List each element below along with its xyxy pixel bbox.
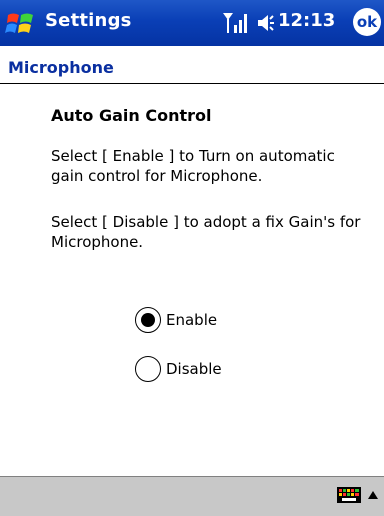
speaker-icon[interactable] [256, 12, 276, 34]
disable-radio-circle[interactable] [135, 356, 161, 382]
window-title: Settings [45, 10, 132, 31]
title-bar: Settings 12:13 ok [0, 0, 384, 46]
ok-button[interactable]: ok [353, 8, 381, 36]
enable-radio[interactable]: Enable [135, 306, 217, 334]
page-title: Microphone [8, 58, 114, 77]
section-title: Auto Gain Control [51, 106, 212, 125]
sip-arrow-icon[interactable] [367, 489, 379, 501]
disable-description: Select [ Disable ] to adopt a fix Gain's… [51, 213, 361, 251]
windows-start-icon[interactable] [4, 6, 38, 40]
header-divider [0, 83, 384, 84]
enable-radio-circle[interactable] [135, 307, 161, 333]
keyboard-icon[interactable] [336, 485, 362, 505]
disable-radio[interactable]: Disable [135, 355, 222, 383]
clock[interactable]: 12:13 [278, 10, 335, 31]
signal-icon[interactable] [222, 11, 248, 35]
enable-description: Select [ Enable ] to Turn on automatic g… [51, 147, 335, 185]
enable-label[interactable]: Enable [166, 311, 217, 329]
bottom-menu-bar [0, 476, 384, 516]
radio-selected-dot [141, 313, 155, 327]
disable-label[interactable]: Disable [166, 360, 222, 378]
